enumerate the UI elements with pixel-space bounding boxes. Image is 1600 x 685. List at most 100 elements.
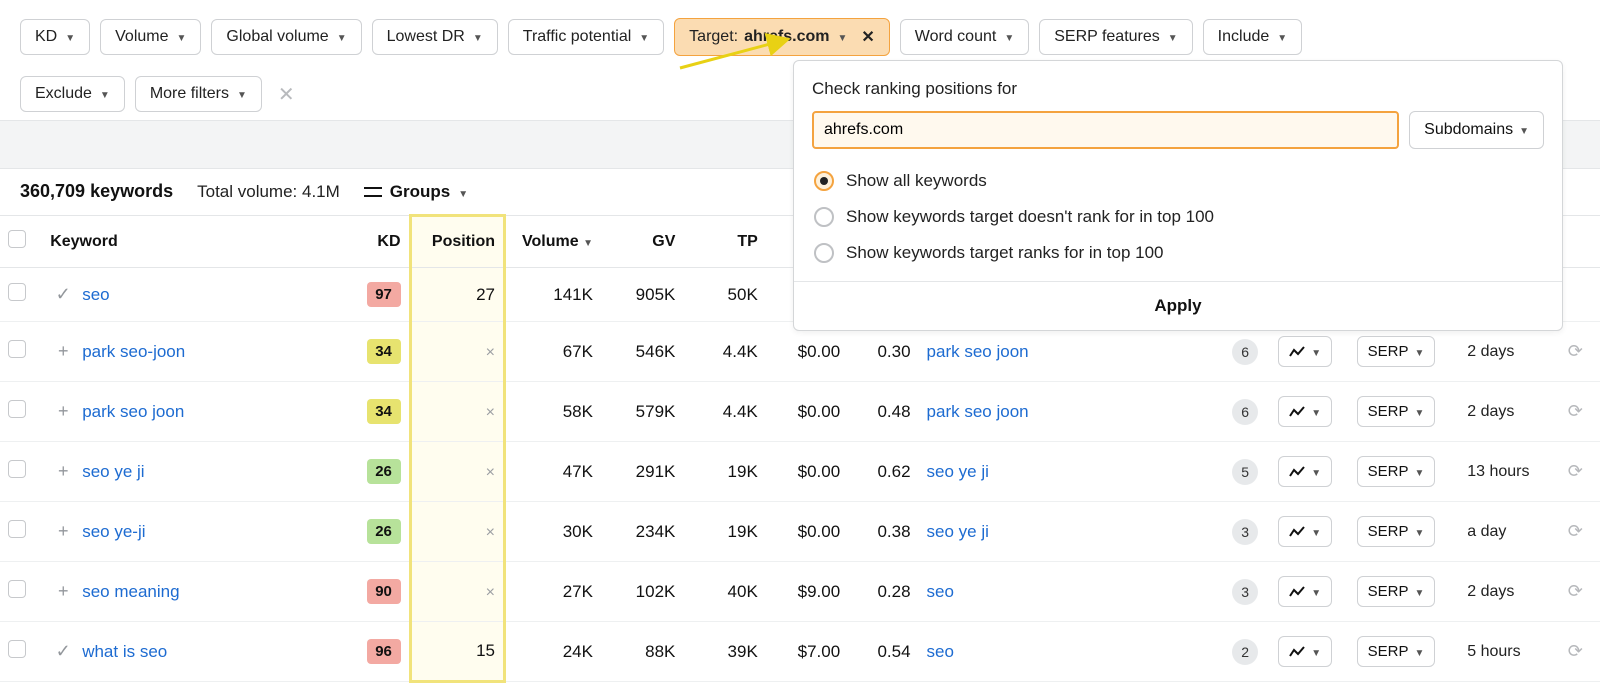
trend-icon xyxy=(1289,526,1305,538)
row-checkbox[interactable] xyxy=(8,283,26,301)
trend-button[interactable] xyxy=(1278,516,1332,547)
keyword-count: 360,709 keywords xyxy=(20,181,173,202)
chevron-down-icon xyxy=(1277,28,1287,46)
serp-features-count[interactable]: 2 xyxy=(1232,639,1258,665)
serp-button[interactable]: SERP xyxy=(1357,576,1436,607)
col-volume[interactable]: Volume xyxy=(505,216,601,268)
plus-icon[interactable]: + xyxy=(54,581,72,602)
filter-exclude[interactable]: Exclude xyxy=(20,76,125,112)
serp-button[interactable]: SERP xyxy=(1357,396,1436,427)
filter-include[interactable]: Include xyxy=(1203,19,1303,55)
row-checkbox[interactable] xyxy=(8,520,26,538)
plus-icon[interactable]: + xyxy=(54,521,72,542)
gv-cell: 579K xyxy=(601,382,683,442)
position-cell: × xyxy=(410,562,504,622)
tp-cell: 19K xyxy=(683,442,765,502)
row-checkbox[interactable] xyxy=(8,580,26,598)
col-kd[interactable]: KD xyxy=(354,216,410,268)
radio-show-all[interactable]: Show all keywords xyxy=(812,163,1544,199)
filter-more-filters[interactable]: More filters xyxy=(135,76,262,112)
keyword-link[interactable]: seo meaning xyxy=(82,582,179,601)
filter-global-volume[interactable]: Global volume xyxy=(211,19,361,55)
filter-word-count[interactable]: Word count xyxy=(900,19,1029,55)
serp-button[interactable]: SERP xyxy=(1357,456,1436,487)
col-keyword[interactable]: Keyword xyxy=(42,216,354,268)
volume-cell: 58K xyxy=(505,382,601,442)
parent-topic-link[interactable]: park seo joon xyxy=(927,342,1029,361)
parent-topic-link[interactable]: seo xyxy=(927,642,954,661)
parent-topic-link[interactable]: seo ye ji xyxy=(927,462,989,481)
keyword-link[interactable]: park seo-joon xyxy=(82,342,185,361)
keyword-link[interactable]: seo ye-ji xyxy=(82,522,145,541)
filter-serp-features[interactable]: SERP features xyxy=(1039,19,1192,55)
refresh-icon[interactable]: ⟳ xyxy=(1568,341,1583,361)
tp-cell: 4.4K xyxy=(683,322,765,382)
parent-topic-link[interactable]: seo xyxy=(927,582,954,601)
trend-button[interactable] xyxy=(1278,576,1332,607)
filter-label: Include xyxy=(1218,28,1270,46)
check-icon[interactable]: ✓ xyxy=(54,284,72,305)
row-checkbox[interactable] xyxy=(8,400,26,418)
trend-icon xyxy=(1289,646,1305,658)
tp-cell: 39K xyxy=(683,622,765,682)
serp-features-count[interactable]: 6 xyxy=(1232,399,1258,425)
col-tp[interactable]: TP xyxy=(683,216,765,268)
table-row: ✓what is seo 96 15 24K 88K 39K $7.00 0.5… xyxy=(0,622,1600,682)
groups-toggle[interactable]: Groups xyxy=(364,182,468,202)
plus-icon[interactable]: + xyxy=(54,461,72,482)
scope-label: Subdomains xyxy=(1424,121,1513,139)
col-gv[interactable]: GV xyxy=(601,216,683,268)
row-checkbox[interactable] xyxy=(8,340,26,358)
plus-icon[interactable]: + xyxy=(54,341,72,362)
target-input[interactable] xyxy=(812,111,1399,149)
serp-button[interactable]: SERP xyxy=(1357,336,1436,367)
serp-button[interactable]: SERP xyxy=(1357,516,1436,547)
select-all-checkbox[interactable] xyxy=(8,230,26,248)
keyword-link[interactable]: park seo joon xyxy=(82,402,184,421)
close-icon[interactable]: ✕ xyxy=(861,27,874,47)
table-row: +seo ye-ji 26 × 30K 234K 19K $0.00 0.38 … xyxy=(0,502,1600,562)
position-cell: 15 xyxy=(410,622,504,682)
trend-button[interactable] xyxy=(1278,636,1332,667)
tp-cell: 40K xyxy=(683,562,765,622)
trend-icon xyxy=(1289,406,1305,418)
refresh-icon[interactable]: ⟳ xyxy=(1568,641,1583,661)
parent-topic-link[interactable]: seo ye ji xyxy=(927,522,989,541)
filter-target[interactable]: Target: ahrefs.com ✕ xyxy=(674,18,890,56)
chevron-down-icon xyxy=(337,28,347,46)
check-icon[interactable]: ✓ xyxy=(54,641,72,662)
keyword-link[interactable]: what is seo xyxy=(82,642,167,661)
trend-button[interactable] xyxy=(1278,456,1332,487)
filter-lowest-dr[interactable]: Lowest DR xyxy=(372,19,498,55)
row-checkbox[interactable] xyxy=(8,460,26,478)
clear-filters-button[interactable]: ✕ xyxy=(272,78,301,111)
refresh-icon[interactable]: ⟳ xyxy=(1568,401,1583,421)
radio-ranks[interactable]: Show keywords target ranks for in top 10… xyxy=(812,235,1544,271)
serp-features-count[interactable]: 3 xyxy=(1232,519,1258,545)
row-checkbox[interactable] xyxy=(8,640,26,658)
parent-topic-link[interactable]: park seo joon xyxy=(927,402,1029,421)
keyword-link[interactable]: seo ye ji xyxy=(82,462,144,481)
serp-features-count[interactable]: 3 xyxy=(1232,579,1258,605)
filter-volume[interactable]: Volume xyxy=(100,19,201,55)
radio-not-rank[interactable]: Show keywords target doesn't rank for in… xyxy=(812,199,1544,235)
col-position[interactable]: Position xyxy=(410,216,504,268)
trend-button[interactable] xyxy=(1278,336,1332,367)
serp-features-count[interactable]: 5 xyxy=(1232,459,1258,485)
keyword-link[interactable]: seo xyxy=(82,285,109,304)
serp-features-count[interactable]: 6 xyxy=(1232,339,1258,365)
updated-label: 13 hours xyxy=(1459,442,1560,502)
filter-kd[interactable]: KD xyxy=(20,19,90,55)
filter-traffic-potential[interactable]: Traffic potential xyxy=(508,19,664,55)
refresh-icon[interactable]: ⟳ xyxy=(1568,581,1583,601)
serp-button[interactable]: SERP xyxy=(1357,636,1436,667)
apply-button[interactable]: Apply xyxy=(794,281,1562,330)
trend-button[interactable] xyxy=(1278,396,1332,427)
scope-select[interactable]: Subdomains xyxy=(1409,111,1544,149)
trend-icon xyxy=(1289,586,1305,598)
chevron-down-icon xyxy=(1415,343,1425,360)
refresh-icon[interactable]: ⟳ xyxy=(1568,521,1583,541)
plus-icon[interactable]: + xyxy=(54,401,72,422)
refresh-icon[interactable]: ⟳ xyxy=(1568,461,1583,481)
target-panel: Check ranking positions for Subdomains S… xyxy=(793,60,1563,331)
